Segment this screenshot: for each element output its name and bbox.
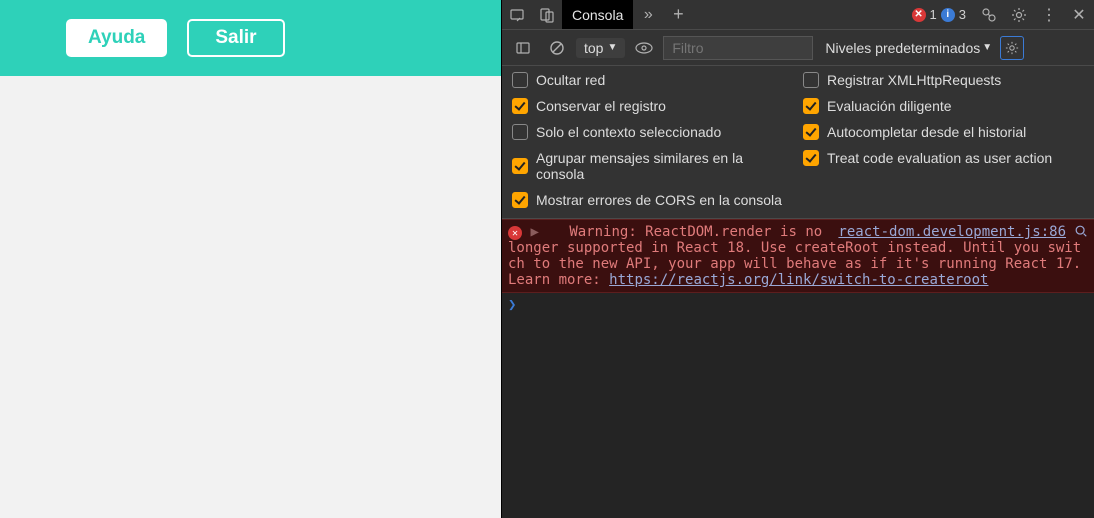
settings-checkbox[interactable]: Registrar XMLHttpRequests: [803, 72, 1084, 88]
checkbox-label: Conservar el registro: [536, 98, 666, 114]
sidebar-toggle-icon[interactable]: [508, 30, 538, 65]
checkbox-box[interactable]: [512, 98, 528, 114]
console-error-row[interactable]: ✕ ▶ react-dom.development.js:86 Warning:…: [502, 219, 1094, 293]
info-count: 3: [959, 7, 966, 22]
context-label: top: [584, 40, 603, 56]
devtools-tabbar: Consola » + ✕1 i3 ⋮ ✕: [502, 0, 1094, 30]
tab-console[interactable]: Consola: [562, 0, 633, 29]
error-badge-icon: ✕: [508, 226, 522, 240]
checkbox-box[interactable]: [803, 98, 819, 114]
checkbox-label: Registrar XMLHttpRequests: [827, 72, 1001, 88]
settings-checkbox[interactable]: Treat code evaluation as user action: [803, 150, 1084, 166]
checkbox-box[interactable]: [803, 124, 819, 140]
settings-gear-icon[interactable]: [1004, 0, 1034, 29]
console-toolbar: top ▼ Niveles predeterminados ▼: [502, 30, 1094, 66]
checkbox-label: Mostrar errores de CORS en la consola: [536, 192, 782, 208]
settings-checkbox[interactable]: Conservar el registro: [512, 98, 793, 114]
expand-triangle-icon[interactable]: ▶: [530, 224, 538, 240]
settings-checkbox[interactable]: Evaluación diligente: [803, 98, 1084, 114]
device-icon[interactable]: [532, 0, 562, 29]
console-settings-gear-icon[interactable]: [1000, 36, 1024, 60]
more-tabs-icon[interactable]: »: [633, 0, 663, 29]
settings-checkbox[interactable]: Agrupar mensajes similares en la consola: [512, 150, 793, 182]
magnify-icon[interactable]: [1074, 224, 1088, 238]
checkbox-label: Evaluación diligente: [827, 98, 952, 114]
levels-label: Niveles predeterminados: [825, 40, 980, 56]
error-count: 1: [930, 7, 937, 22]
console-settings-panel: Ocultar red Conservar el registro Solo el …: [502, 66, 1094, 219]
settings-checkbox[interactable]: Mostrar errores de CORS en la consola: [512, 192, 793, 208]
checkbox-label: Autocompletar desde el historial: [827, 124, 1026, 140]
error-source-link[interactable]: react-dom.development.js:86: [838, 224, 1066, 240]
checkbox-label: Treat code evaluation as user action: [827, 150, 1052, 166]
filter-input[interactable]: [663, 36, 813, 60]
live-expression-icon[interactable]: [629, 30, 659, 65]
checkbox-box[interactable]: [512, 192, 528, 208]
checkbox-label: Ocultar red: [536, 72, 605, 88]
settings-checkbox[interactable]: Autocompletar desde el historial: [803, 124, 1084, 140]
checkbox-label: Solo el contexto seleccionado: [536, 124, 721, 140]
settings-checkbox[interactable]: Ocultar red: [512, 72, 793, 88]
devtools-panel: Consola » + ✕1 i3 ⋮ ✕ top ▼: [501, 0, 1094, 518]
checkbox-box[interactable]: [803, 150, 819, 166]
checkbox-box[interactable]: [512, 124, 528, 140]
console-prompt[interactable]: ❯: [502, 293, 1094, 317]
kebab-menu-icon[interactable]: ⋮: [1034, 0, 1064, 29]
help-button[interactable]: Ayuda: [66, 19, 167, 57]
info-counter[interactable]: i3: [941, 7, 966, 22]
checkbox-label: Agrupar mensajes similares en la consola: [536, 150, 793, 182]
app-header: Ayuda Salir: [0, 0, 501, 76]
error-learn-more-link[interactable]: https://reactjs.org/link/switch-to-creat…: [609, 272, 988, 288]
log-levels-selector[interactable]: Niveles predeterminados ▼: [821, 40, 996, 56]
chevron-down-icon: ▼: [607, 42, 617, 53]
exit-button[interactable]: Salir: [187, 19, 284, 57]
add-tab-icon[interactable]: +: [663, 0, 693, 29]
checkbox-box[interactable]: [803, 72, 819, 88]
app-page: Ayuda Salir: [0, 0, 501, 518]
chevron-down-icon: ▼: [982, 42, 992, 53]
issues-icon[interactable]: [974, 0, 1004, 29]
checkbox-box[interactable]: [512, 158, 528, 174]
console-output: ✕ ▶ react-dom.development.js:86 Warning:…: [502, 219, 1094, 518]
context-selector[interactable]: top ▼: [576, 38, 625, 58]
inspect-icon[interactable]: [502, 0, 532, 29]
error-counter[interactable]: ✕1: [912, 7, 937, 22]
close-devtools-icon[interactable]: ✕: [1064, 0, 1094, 29]
settings-checkbox[interactable]: Solo el contexto seleccionado: [512, 124, 793, 140]
clear-console-icon[interactable]: [542, 30, 572, 65]
checkbox-box[interactable]: [512, 72, 528, 88]
